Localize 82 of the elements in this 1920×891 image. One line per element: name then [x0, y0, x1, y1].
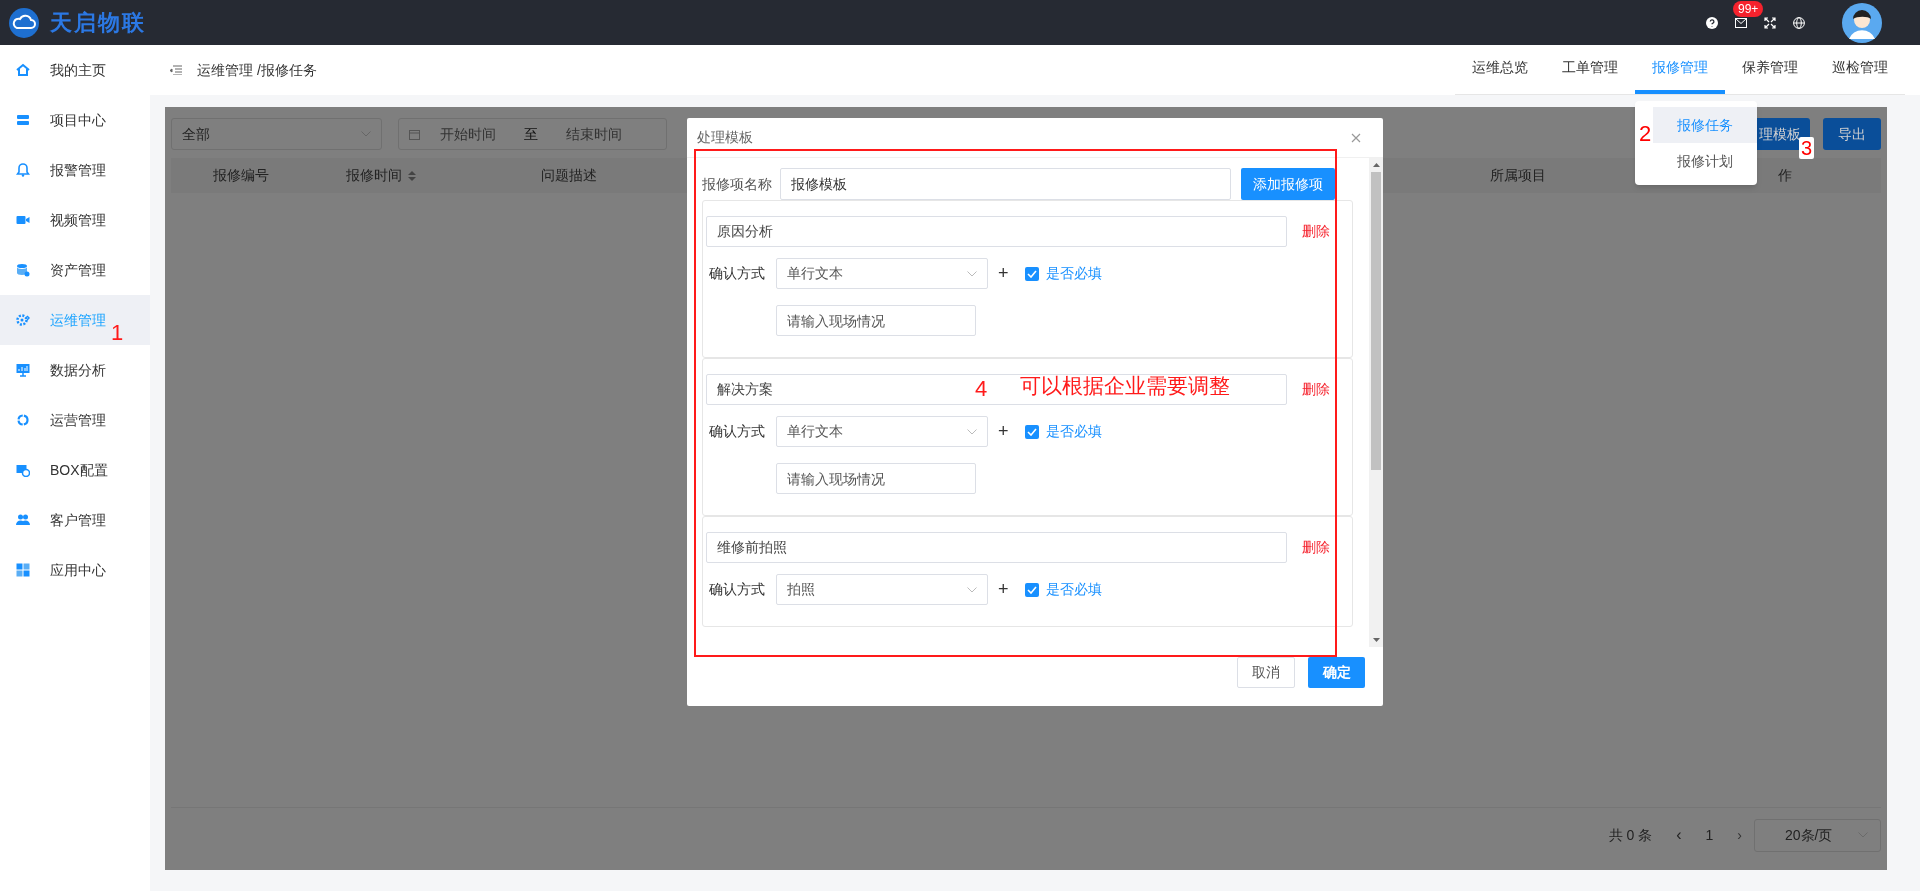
cancel-button[interactable]: 取消	[1237, 657, 1295, 688]
chevron-down-icon	[967, 428, 977, 435]
cloud-logo-icon	[8, 6, 40, 39]
page-size-select[interactable]: 20条/页	[1754, 818, 1881, 852]
scroll-up-icon	[1372, 163, 1380, 167]
method-select[interactable]: 单行文本	[776, 258, 988, 289]
globe-icon	[1793, 16, 1805, 29]
column-header: 问题描述	[541, 166, 597, 185]
delete-link[interactable]: 删除	[1302, 537, 1330, 558]
nav-tab[interactable]: 保养管理	[1725, 45, 1815, 94]
column-header: 作	[1778, 166, 1792, 185]
item-name-field[interactable]: 维修前拍照	[706, 532, 1287, 563]
add-option-button[interactable]: +	[998, 260, 1009, 287]
method-select[interactable]: 拍照	[776, 574, 988, 605]
annotation-number: 2	[1639, 120, 1652, 148]
sort-icon	[408, 170, 416, 181]
avatar-icon	[1842, 2, 1882, 43]
total-count: 共 0 条	[1608, 825, 1653, 845]
date-range-field[interactable]: 开始时间 至 结束时间	[398, 118, 667, 150]
annotation-number: 3	[1799, 137, 1815, 159]
notification-badge: 99+	[1733, 0, 1764, 17]
breadcrumb-text: 运维管理 /报修任务	[197, 60, 317, 80]
logo-text: 天启物联	[50, 9, 146, 37]
scroll-down-icon	[1372, 638, 1380, 642]
delete-link[interactable]: 删除	[1302, 221, 1330, 242]
method-select[interactable]: 单行文本	[776, 416, 988, 447]
nav-tab[interactable]: 工单管理	[1545, 45, 1635, 94]
chevron-down-icon	[967, 270, 977, 277]
checkbox-label: 是否必填	[1045, 264, 1102, 283]
menu-icon	[170, 65, 182, 75]
chevron-down-icon	[361, 131, 371, 137]
chevron-down-icon	[967, 586, 977, 593]
close-icon	[1351, 132, 1361, 143]
column-header: 报修时间	[346, 166, 402, 185]
nav-tab[interactable]: 巡检管理	[1815, 45, 1905, 94]
page-number[interactable]: 1	[1705, 824, 1714, 846]
users-icon	[16, 513, 30, 527]
grid-icon	[16, 563, 30, 577]
item-name-field[interactable]: 原因分析	[706, 216, 1287, 247]
delete-link[interactable]: 删除	[1302, 379, 1330, 400]
required-checkbox[interactable]	[1024, 424, 1039, 439]
fullscreen-icon	[1764, 16, 1776, 29]
video-camera-icon	[16, 213, 30, 227]
gear-icon	[16, 313, 30, 327]
bell-icon	[16, 163, 30, 177]
mail-icon	[1735, 17, 1747, 28]
detail-input-field[interactable]: 请输入现场情况	[776, 305, 976, 336]
template-name-field[interactable]: 报修模板	[780, 168, 1231, 200]
required-checkbox[interactable]	[1024, 582, 1039, 597]
box-gear-icon	[16, 463, 30, 477]
chart-monitor-icon	[16, 363, 30, 377]
stack-icon	[16, 113, 30, 127]
home-icon	[16, 63, 30, 77]
export-button[interactable]: 导出	[1823, 118, 1881, 150]
scrollbar[interactable]	[1369, 158, 1383, 647]
calendar-icon	[409, 128, 420, 140]
nav-tab[interactable]: 运维总览	[1455, 45, 1545, 94]
end-time-placeholder: 结束时间	[566, 124, 622, 144]
field-label: 报修项名称	[702, 174, 773, 194]
database-icon	[16, 263, 30, 277]
scrollbar-thumb[interactable]	[1371, 172, 1381, 470]
required-checkbox[interactable]	[1024, 266, 1039, 281]
annotation-text: 可以根据企业需要调整	[1020, 373, 1230, 399]
cycle-icon	[16, 413, 30, 427]
column-header: 报修编号	[213, 166, 269, 185]
dialog-title: 处理模板	[697, 128, 753, 147]
start-time-placeholder: 开始时间	[440, 124, 496, 144]
prev-page-button[interactable]: ‹	[1676, 823, 1682, 847]
field-label: 确认方式	[708, 580, 766, 599]
checkbox-label: 是否必填	[1045, 580, 1102, 599]
help-icon	[1706, 16, 1718, 29]
annotation-number: 4	[975, 375, 988, 403]
checkbox-label: 是否必填	[1045, 422, 1102, 441]
range-separator: 至	[524, 124, 538, 144]
column-header: 所属项目	[1490, 166, 1546, 185]
field-label: 确认方式	[708, 264, 766, 283]
annotation-number: 1	[111, 319, 124, 347]
status-select[interactable]: 全部	[171, 118, 382, 150]
detail-input-field[interactable]: 请输入现场情况	[776, 463, 976, 494]
add-option-button[interactable]: +	[998, 418, 1009, 445]
add-option-button[interactable]: +	[998, 576, 1009, 603]
field-label: 确认方式	[708, 422, 766, 441]
